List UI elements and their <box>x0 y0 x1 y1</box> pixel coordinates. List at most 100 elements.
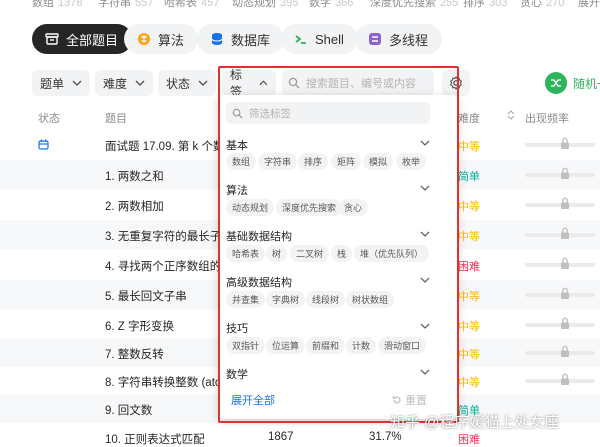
tag-chip[interactable]: 栈 <box>331 245 353 262</box>
chevron-up-icon <box>259 80 268 86</box>
tag-chip[interactable]: 树 <box>266 245 288 262</box>
category-all-button[interactable]: 全部题目 <box>32 24 133 54</box>
difficulty-label: 中等 <box>458 377 480 389</box>
problem-title[interactable]: 5. 最长回文子串 <box>105 288 187 304</box>
expand-all-link[interactable]: 展开全部 <box>231 392 275 408</box>
top-tag-item[interactable]: 贪心 270 <box>520 0 564 10</box>
settings-button[interactable] <box>442 70 470 96</box>
list-filter[interactable]: 题单 <box>32 70 91 96</box>
tag-group-title[interactable]: 高级数据结构 <box>226 274 292 290</box>
algorithm-icon <box>138 33 150 45</box>
tag-chip[interactable]: 二叉树 <box>290 245 330 262</box>
problem-title[interactable]: 6. Z 字形变换 <box>105 318 174 334</box>
problem-title[interactable]: 2. 两数相加 <box>105 198 164 214</box>
tag-chip[interactable]: 矩阵 <box>331 153 362 170</box>
tag-search-input[interactable]: 筛选标签 <box>226 102 430 124</box>
difficulty-label: 困难 <box>458 434 480 446</box>
problem-title[interactable]: 1. 两数之和 <box>105 168 164 184</box>
chevron-down-icon <box>198 80 208 86</box>
tag-chip[interactable]: 深度优先搜索 <box>276 199 343 216</box>
problem-title[interactable]: 10. 正则表达式匹配 <box>105 431 205 447</box>
top-tag-item[interactable]: 展开 <box>578 0 600 10</box>
tag-chip[interactable]: 前缀和 <box>306 337 346 354</box>
shell-icon <box>295 35 306 44</box>
status-filter[interactable]: 状态 <box>158 70 217 96</box>
tag-filter[interactable]: 标签 <box>222 68 276 99</box>
header-status[interactable]: 状态 <box>38 110 60 126</box>
tag-group-title[interactable]: 基本 <box>226 137 248 153</box>
problem-title[interactable]: 8. 字符串转换整数 (atoi) <box>105 374 228 390</box>
acceptance-rate: 31.7% <box>369 431 402 443</box>
sort-icon[interactable] <box>507 110 515 123</box>
top-tag-item[interactable]: 深度优先搜索 255 <box>370 0 458 10</box>
difficulty-label: 中等 <box>458 231 480 243</box>
difficulty-label: 中等 <box>458 201 480 213</box>
category-label: Shell <box>315 31 344 47</box>
tag-chip[interactable]: 模拟 <box>363 153 394 170</box>
reset-icon <box>392 396 401 404</box>
chevron-down-icon[interactable] <box>420 323 430 329</box>
random-label: 随机一 <box>573 76 600 91</box>
category-database-button[interactable]: 数据库 <box>197 24 285 54</box>
category-algorithm-button[interactable]: 算法 <box>124 24 199 54</box>
category-shell-button[interactable]: Shell <box>281 24 358 54</box>
top-tag-strip: 数组 1378 字符串 557 哈希表 457 动态规划 395 数学 366 深度优先搜… <box>0 0 600 10</box>
lock-icon <box>561 287 569 299</box>
tag-group-title[interactable]: 数学 <box>226 366 248 382</box>
lock-icon <box>561 345 569 357</box>
tag-chip[interactable]: 线段树 <box>306 291 346 308</box>
header-difficulty[interactable]: 难度 <box>458 110 480 126</box>
tag-group-title[interactable]: 算法 <box>226 182 248 198</box>
tag-chip[interactable]: 哈希表 <box>226 245 266 262</box>
tag-group-title[interactable]: 基础数据结构 <box>226 228 292 244</box>
tag-chip[interactable]: 字符串 <box>258 153 298 170</box>
chevron-down-icon[interactable] <box>420 185 430 191</box>
search-icon <box>288 77 300 89</box>
problem-title[interactable]: 9. 回文数 <box>105 402 152 418</box>
problem-title[interactable]: 3. 无重复字符的最长子串 <box>105 228 233 244</box>
difficulty-label: 简单 <box>458 171 480 183</box>
category-label: 数据库 <box>231 32 271 48</box>
tag-chip[interactable]: 枚举 <box>396 153 427 170</box>
header-title[interactable]: 题目 <box>105 110 127 126</box>
lock-icon <box>561 197 569 209</box>
top-tag-item[interactable]: 哈希表 457 <box>164 0 219 10</box>
tag-chip[interactable]: 动态规划 <box>226 199 275 216</box>
top-tag-item[interactable]: 字符串 557 <box>98 0 153 10</box>
lock-icon <box>561 137 569 149</box>
tag-chip[interactable]: 双指针 <box>226 337 266 354</box>
tag-chip[interactable]: 位运算 <box>266 337 306 354</box>
all-icon <box>45 33 59 45</box>
random-problem-button[interactable]: 随机一 <box>545 70 600 96</box>
solution-count: 1867 <box>268 431 294 443</box>
category-thread-button[interactable]: 多线程 <box>355 24 443 54</box>
problem-title[interactable]: 7. 整数反转 <box>105 346 164 362</box>
tag-chip[interactable]: 字典树 <box>266 291 306 308</box>
top-tag-item[interactable]: 排序 303 <box>463 0 507 10</box>
top-tag-item[interactable]: 动态规划 395 <box>232 0 298 10</box>
header-frequency[interactable]: 出现频率 <box>525 110 569 126</box>
tag-chip[interactable]: 计数 <box>346 337 377 354</box>
tag-chip[interactable]: 堆（优先队列） <box>354 245 430 262</box>
chevron-down-icon[interactable] <box>420 277 430 283</box>
tag-chip[interactable]: 滑动窗口 <box>378 337 427 354</box>
top-tag-item[interactable]: 数学 366 <box>309 0 353 10</box>
watermark: 知乎 @程序媛猫上处女座 <box>390 414 560 431</box>
chevron-down-icon[interactable] <box>420 369 430 375</box>
tag-chip[interactable]: 并查集 <box>226 291 266 308</box>
shuffle-icon <box>545 72 567 94</box>
tag-group-title[interactable]: 技巧 <box>226 320 248 336</box>
tag-chip[interactable]: 数组 <box>226 153 257 170</box>
tag-chip[interactable]: 树状数组 <box>346 291 395 308</box>
problem-search-input[interactable]: 搜索题目、编号或内容 <box>282 70 434 96</box>
difficulty-filter[interactable]: 难度 <box>95 70 154 96</box>
problem-title[interactable]: 面试题 17.09. 第 k 个数 <box>105 138 225 154</box>
top-tag-item[interactable]: 数组 1378 <box>32 0 82 10</box>
tag-chip[interactable]: 排序 <box>298 153 329 170</box>
chevron-down-icon[interactable] <box>420 231 430 237</box>
lock-icon <box>561 227 569 239</box>
reset-button[interactable]: 重置 <box>392 392 427 408</box>
status-filter-label: 状态 <box>166 76 191 91</box>
tag-chip[interactable]: 贪心 <box>338 199 369 216</box>
chevron-down-icon[interactable] <box>420 140 430 146</box>
